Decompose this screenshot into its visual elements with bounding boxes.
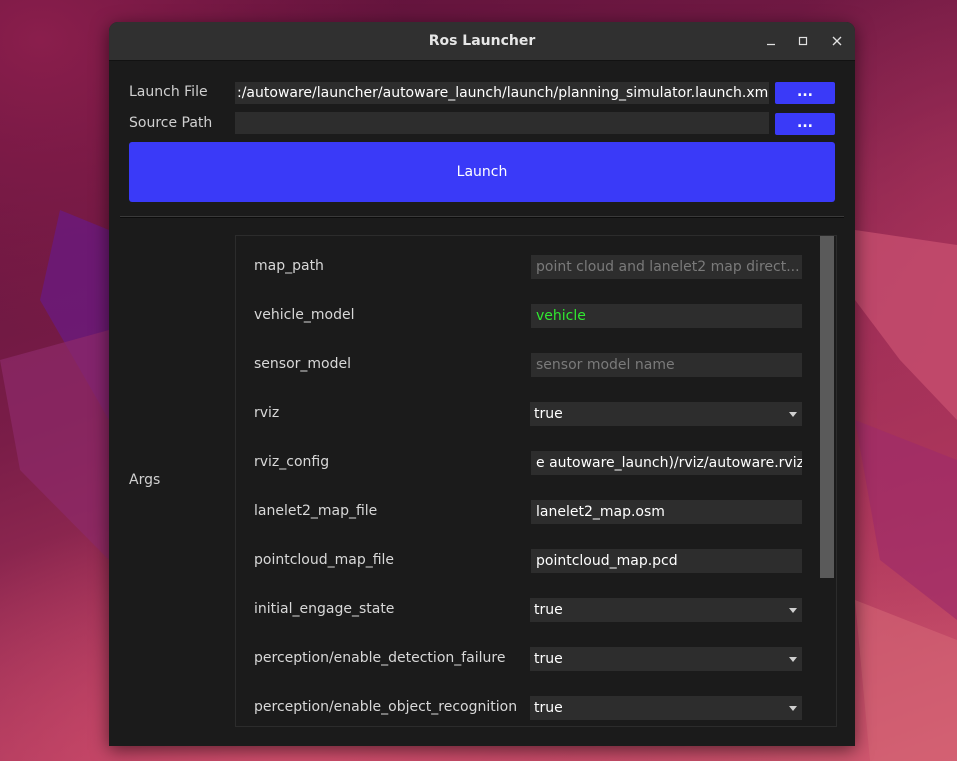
close-icon [832, 36, 842, 46]
launch-file-input[interactable]: :/autoware/launcher/autoware_launch/laun… [235, 82, 769, 104]
arg-value-input[interactable]: vehicle [531, 304, 802, 328]
arg-value-input[interactable]: sensor model name [531, 353, 802, 377]
arg-value-text: true [534, 651, 563, 667]
maximize-icon [798, 36, 808, 46]
args-label: Args [129, 472, 161, 488]
titlebar: Ros Launcher [109, 22, 855, 61]
launch-file-browse-button[interactable]: ... [775, 82, 835, 104]
arg-value-select[interactable]: true [530, 598, 802, 622]
arg-value-input[interactable]: e autoware_launch)/rviz/autoware.rviz [531, 451, 802, 475]
arg-row: initial_engage_state true [236, 598, 816, 622]
arg-value-input[interactable]: pointcloud_map.pcd [531, 549, 802, 573]
arg-name-label: rviz [254, 405, 280, 421]
arg-row: lanelet2_map_file lanelet2_map.osm [236, 500, 816, 524]
args-scrollbar-thumb[interactable] [820, 236, 834, 578]
close-button[interactable] [827, 31, 847, 51]
arg-name-label: initial_engage_state [254, 601, 395, 617]
arg-row: map_path point cloud and lanelet2 map dir… [236, 255, 816, 279]
arg-value-select[interactable]: true [530, 696, 802, 720]
maximize-button[interactable] [793, 31, 813, 51]
launch-button[interactable]: Launch [129, 142, 835, 202]
minimize-icon [767, 43, 775, 46]
chevron-down-icon [786, 598, 800, 622]
chevron-down-icon [786, 696, 800, 720]
arg-value-text: true [534, 700, 563, 716]
arg-row: pointcloud_map_file pointcloud_map.pcd [236, 549, 816, 573]
arg-row: vehicle_model vehicle [236, 304, 816, 328]
arg-name-label: vehicle_model [254, 307, 355, 323]
ros-launcher-window: Ros Launcher Launch File :/autoware/laun… [109, 22, 855, 746]
section-divider [120, 216, 844, 218]
arg-row: perception/enable_detection_failure true [236, 647, 816, 671]
source-path-label: Source Path [129, 115, 213, 131]
arg-name-label: rviz_config [254, 454, 330, 470]
window-title: Ros Launcher [428, 33, 536, 49]
args-scroll-area[interactable]: map_path point cloud and lanelet2 map dir… [235, 235, 837, 727]
arg-name-label: perception/enable_detection_failure [254, 650, 506, 666]
arg-row: perception/enable_object_recognition true [236, 696, 816, 720]
arg-name-label: sensor_model [254, 356, 351, 372]
source-path-browse-button[interactable]: ... [775, 113, 835, 135]
source-path-input[interactable] [235, 112, 769, 134]
arg-name-label: lanelet2_map_file [254, 503, 378, 519]
arg-value-text: true [534, 406, 563, 422]
arg-row: sensor_model sensor model name [236, 353, 816, 377]
arg-row: rviz_config e autoware_launch)/rviz/autow… [236, 451, 816, 475]
arg-value-input[interactable]: point cloud and lanelet2 map direct... [531, 255, 802, 279]
arg-value-text: true [534, 602, 563, 618]
minimize-button[interactable] [761, 31, 781, 51]
chevron-down-icon [786, 402, 800, 426]
launch-file-label: Launch File [129, 84, 208, 100]
arg-name-label: pointcloud_map_file [254, 552, 395, 568]
arg-value-select[interactable]: true [530, 402, 802, 426]
arg-value-input[interactable]: lanelet2_map.osm [531, 500, 802, 524]
arg-value-select[interactable]: true [530, 647, 802, 671]
chevron-down-icon [786, 647, 800, 671]
arg-name-label: map_path [254, 258, 324, 274]
arg-row: rviz true [236, 402, 816, 426]
arg-name-label: perception/enable_object_recognition [254, 699, 518, 715]
